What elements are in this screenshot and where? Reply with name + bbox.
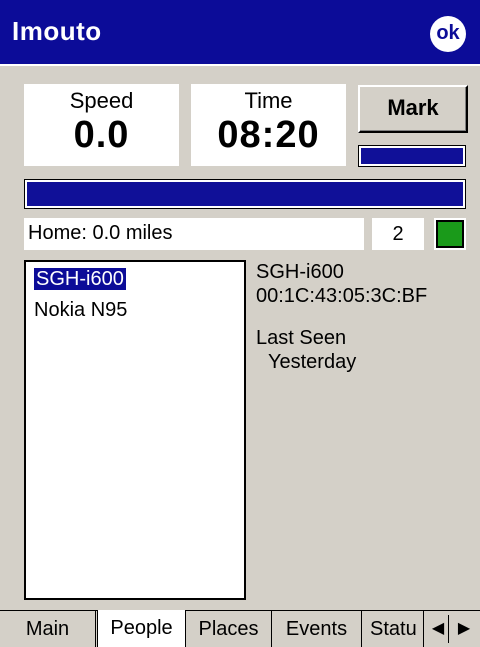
- last-seen-label: Last Seen: [256, 327, 347, 349]
- mark-progress-fill: [361, 148, 463, 164]
- list-item-label: Nokia N95: [34, 299, 128, 321]
- device-details: SGH-i600 00:1C:43:05:3C:BF Last Seen Yes…: [256, 260, 466, 374]
- tab-places[interactable]: Places: [186, 611, 272, 647]
- list-item-label: SGH-i600: [34, 268, 126, 290]
- tab-bar: Main People Places Events Statu ◀ ▶: [0, 610, 480, 647]
- device-list[interactable]: SGH-i600 Nokia N95: [24, 260, 246, 600]
- speed-panel: Speed 0.0: [24, 84, 179, 166]
- tab-people[interactable]: People: [97, 610, 186, 647]
- mark-progress-bar: [358, 145, 466, 167]
- status-indicator: [434, 218, 466, 250]
- list-item[interactable]: SGH-i600: [30, 265, 240, 293]
- time-panel: Time 08:20: [191, 84, 346, 166]
- speed-label: Speed: [69, 88, 134, 113]
- title-bar: Imouto ok: [0, 0, 480, 66]
- ok-button[interactable]: ok: [430, 16, 466, 52]
- device-name: SGH-i600: [256, 261, 344, 283]
- status-indicator-light: [436, 220, 464, 248]
- scroll-left-icon[interactable]: ◀: [428, 615, 449, 643]
- main-progress-fill: [27, 182, 463, 206]
- count-field: 2: [372, 218, 424, 250]
- device-address: 00:1C:43:05:3C:BF: [256, 285, 428, 307]
- app-title: Imouto: [12, 16, 102, 46]
- main-progress-bar: [24, 179, 466, 209]
- tab-events[interactable]: Events: [272, 611, 362, 647]
- home-distance-field: Home: 0.0 miles: [24, 218, 364, 250]
- last-seen-value: Yesterday: [268, 351, 357, 373]
- speed-value: 0.0: [73, 114, 130, 156]
- mark-button[interactable]: Mark: [358, 85, 468, 133]
- time-value: 08:20: [217, 114, 320, 156]
- tab-status[interactable]: Statu: [362, 611, 424, 647]
- list-item[interactable]: Nokia N95: [30, 296, 240, 324]
- tab-main[interactable]: Main: [0, 611, 96, 647]
- scroll-right-icon[interactable]: ▶: [454, 615, 474, 643]
- time-label: Time: [244, 88, 293, 113]
